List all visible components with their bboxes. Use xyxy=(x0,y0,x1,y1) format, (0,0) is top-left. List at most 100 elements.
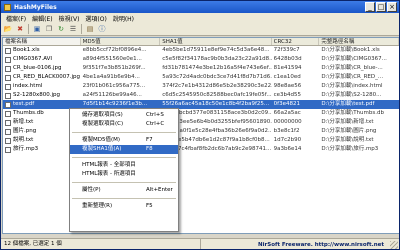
table-row[interactable]: index.html 23f01b061c956a775... 374f2c7e1b… xyxy=(3,82,399,91)
cell-md5: e8bb5ccf72bf0896e4... xyxy=(82,47,147,53)
menu-separator xyxy=(72,132,176,133)
toolbar-separator xyxy=(81,24,82,34)
file-name: 旅行.mp3 xyxy=(13,146,39,152)
column-header-1[interactable]: MD5值 xyxy=(81,38,161,45)
minimize-button[interactable]: _ xyxy=(365,2,375,12)
report-icon[interactable]: ▤ xyxy=(85,24,95,34)
file-icon xyxy=(5,110,11,117)
table-row[interactable]: 說明.txtc8f9f8d6e2c5a3b1...4e7f8e5b47db6e1… xyxy=(3,136,399,145)
status-credit-link[interactable]: NirSoft Freeware. http://www.nirsoft.net xyxy=(201,242,390,248)
cell-crc: b3e8c1f2 xyxy=(273,128,300,134)
file-icon xyxy=(5,128,11,135)
maximize-button[interactable]: □ xyxy=(376,2,386,12)
delete-icon[interactable]: ✖ xyxy=(15,24,25,34)
copy-icon[interactable]: ❐ xyxy=(44,24,54,34)
close-button[interactable]: × xyxy=(387,2,397,12)
menu-item-0[interactable]: 檔案(F) xyxy=(3,14,29,23)
cell-crc: 66a2a5ac xyxy=(273,110,301,116)
toolbar-separator xyxy=(28,24,29,34)
file-name-cell: CIMG0367.AVI xyxy=(3,55,81,64)
menu-separator xyxy=(72,182,176,183)
file-icon xyxy=(5,101,11,108)
menu-item-label: 屬性(P) xyxy=(82,187,101,193)
table-row[interactable]: S2-1280x800.jpg a24f51126be99a46... c6d5c2… xyxy=(3,91,399,100)
cell-md5: 4be1a4a91b6e9b4... xyxy=(82,74,140,80)
file-icon xyxy=(5,146,11,153)
context-menu-item[interactable]: 複製SHA1值(A) F8 xyxy=(70,145,178,154)
cell-path: D:\分享加載\CIMG0367... xyxy=(321,56,387,62)
cell-sha1: 4eb5be1d75911e8ef9e74c5d3a6e48... xyxy=(162,47,270,53)
file-name: test.pdf xyxy=(13,101,35,107)
cell-crc: 72f339c7 xyxy=(273,47,300,53)
menu-item-label: 複製選取項目(C) xyxy=(82,121,124,127)
cell-sha1: c6d5c2545950c82588bec0afc19fe05f... xyxy=(162,92,272,98)
file-name: CIMG0367.AVI xyxy=(13,56,53,62)
menu-item-shortcut: Ctrl+C xyxy=(146,121,165,127)
menu-item-4[interactable]: 說明(H) xyxy=(110,14,137,23)
cell-sha1: 5a93c72d4adc0bdc3ce7d41f8d7b71d6... xyxy=(162,74,272,80)
context-menu-item[interactable]: 複製選取項目(C) Ctrl+C xyxy=(70,120,178,129)
status-file-count: 12 個檔案, 已選定 1 個 xyxy=(1,239,201,249)
table-row[interactable]: CIMG0367.AVI a89d4f551560e0e1... c5e5f82f3… xyxy=(3,55,399,64)
column-header-3[interactable]: CRC32 xyxy=(272,38,320,45)
context-menu-item[interactable]: HTML報表 - 所選項目 xyxy=(70,170,178,179)
window-controls: _ □ × xyxy=(365,2,397,12)
file-rows: Book1.xls e8bb5ccf72bf0896e4... 4eb5be1d75… xyxy=(3,46,399,154)
file-icon xyxy=(5,47,11,54)
menu-item-shortcut: F8 xyxy=(146,146,153,152)
file-name: Book1.xls xyxy=(13,47,40,53)
file-list[interactable]: 檔案名稱 MD5值 SHA1值 CRC32 完整路徑名稱 Book1.xls e8bb5c… xyxy=(2,37,399,234)
title-bar: HashMyFiles _ □ × xyxy=(1,1,399,13)
column-header-4[interactable]: 完整路徑名稱 xyxy=(319,38,399,45)
file-name-cell: S2-1280x800.jpg xyxy=(3,91,81,100)
file-name-cell: CR_RED_BLACK0007.jpg xyxy=(3,73,81,82)
file-icon xyxy=(5,74,11,81)
file-icon xyxy=(5,56,11,63)
cell-path: D:\分享加載\CR_RED_... xyxy=(321,74,384,80)
menu-bar: 檔案(F) 編輯(E) 檢視(V) 選項(O) 說明(H) xyxy=(1,13,399,23)
menu-item-label: 儲存選取項目(S) xyxy=(82,112,123,118)
save-icon[interactable]: ▣ xyxy=(32,24,42,34)
menu-item-1[interactable]: 編輯(E) xyxy=(29,14,55,23)
cell-sha1: c5e5f82f34178ac9b0b3da23c22a91d8... xyxy=(162,56,272,62)
cell-crc: 00000000 xyxy=(273,119,302,125)
file-name: 說明.txt xyxy=(13,137,34,143)
context-menu-item[interactable]: 重新整理(R) F5 xyxy=(70,202,178,211)
file-name: Thumbs.db xyxy=(13,110,44,116)
cell-md5: a24f51126be99a46... xyxy=(82,92,142,98)
context-menu-item[interactable]: 儲存選取項目(S) Ctrl+S xyxy=(70,111,178,120)
cell-crc: 98e8ae56 xyxy=(273,83,302,89)
column-header-0[interactable]: 檔案名稱 xyxy=(3,38,81,45)
cell-path: D:\分享加載\CR_blue-... xyxy=(321,65,383,71)
table-row[interactable]: 新增.txtd41d8cd98f00b204...da39a3ee5e6b4b0… xyxy=(3,118,399,127)
column-header-2[interactable]: SHA1值 xyxy=(160,38,272,45)
cell-md5: 23f01b061c956a775... xyxy=(82,83,146,89)
context-menu-item[interactable]: HTML報表 - 全部項目 xyxy=(70,161,178,170)
menu-item-shortcut: Alt+Enter xyxy=(146,187,173,193)
cell-path: D:\分享加載\S2-1280... xyxy=(321,92,382,98)
menu-item-shortcut xyxy=(146,161,174,170)
app-icon xyxy=(4,3,11,11)
info-icon[interactable]: ⓘ xyxy=(97,24,107,34)
file-name-cell: index.html xyxy=(3,82,81,91)
table-row[interactable]: Book1.xls e8bb5ccf72bf0896e4... 4eb5be1d75… xyxy=(3,46,399,55)
cell-crc: c1ea10ed xyxy=(273,74,301,80)
properties-icon[interactable]: ☰ xyxy=(68,24,78,34)
table-row[interactable]: 圖片.png4c92b6f1a7d2e55a...3a2e7a0f1e5c28e… xyxy=(3,127,399,136)
menu-item-2[interactable]: 檢視(V) xyxy=(56,14,83,23)
table-row[interactable]: 旅行.mp3f0e3a28b6d14c39e...af60d7c4fbaf8fb… xyxy=(3,145,399,154)
table-row[interactable]: test.pdf 7d5f1b14c9236f1e3b... 55f26a6ac45… xyxy=(3,100,399,109)
context-menu-item[interactable]: 屬性(P) Alt+Enter xyxy=(70,186,178,195)
resize-grip[interactable] xyxy=(390,240,398,249)
table-row[interactable]: CR_RED_BLACK0007.jpg 4be1a4a91b6e9b4... 5a… xyxy=(3,73,399,82)
context-menu-item[interactable]: 複製MD5值(M) F7 xyxy=(70,136,178,145)
menu-item-3[interactable]: 選項(O) xyxy=(82,14,109,23)
table-row[interactable]: CR_blue-0106.jpg 9f351f7e3b851b269f... fd3… xyxy=(3,64,399,73)
refresh-icon[interactable]: ↻ xyxy=(56,24,66,34)
file-name: 新增.txt xyxy=(13,119,34,125)
folder-open-icon[interactable]: 📂 xyxy=(3,24,13,34)
table-row[interactable]: Thumbs.dbe4cd8e92b5a176ed...ee0bcbcbd377… xyxy=(3,109,399,118)
file-name: CR_RED_BLACK0007.jpg xyxy=(13,74,81,80)
cell-path: D:\分享加載\Thumbs.db xyxy=(321,110,384,116)
cell-crc: 1d7c2b90 xyxy=(273,137,302,143)
